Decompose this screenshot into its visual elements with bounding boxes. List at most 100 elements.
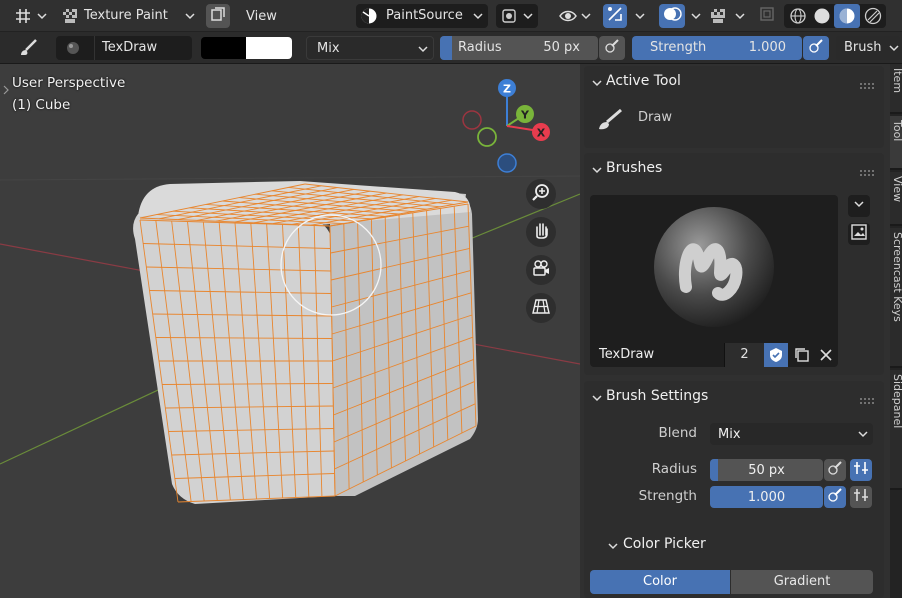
active-tool-panel: Active Tool Draw xyxy=(584,66,884,148)
material-shading-button[interactable] xyxy=(834,4,860,28)
view-menu[interactable]: View xyxy=(240,4,284,28)
brush-name-row: TexDraw 2 xyxy=(590,343,838,367)
projection-toggle-button[interactable] xyxy=(526,293,556,323)
unlink-brush-button[interactable] xyxy=(814,343,838,367)
brush-preview-dropdown[interactable] xyxy=(848,195,870,217)
camera-view-button[interactable] xyxy=(526,255,556,285)
chevron-down-icon xyxy=(857,428,869,444)
gizmo-x-label: X xyxy=(537,127,546,140)
blend-mode-dropdown[interactable]: Mix xyxy=(306,36,434,60)
blend-dropdown[interactable]: Mix xyxy=(710,423,873,445)
chevron-down-icon xyxy=(184,10,196,22)
perspective-label: User Perspective xyxy=(12,75,126,91)
brushes-panel: Brushes TexDraw 2 xyxy=(584,153,884,375)
paint-source-label: PaintSource xyxy=(386,8,463,23)
tab-item[interactable]: Item xyxy=(890,64,902,114)
strength-slider[interactable]: Strength 1.000 xyxy=(632,36,802,60)
duplicate-brush-button[interactable] xyxy=(790,343,814,367)
strength-field[interactable]: 1.000 xyxy=(710,486,823,508)
fake-user-button[interactable] xyxy=(764,343,788,367)
xray-toggle-button[interactable] xyxy=(756,4,778,28)
sidebar-expand-arrow[interactable] xyxy=(2,84,10,99)
dot-square-icon xyxy=(502,9,516,27)
gizmo-y-label: Y xyxy=(520,109,530,122)
brush-name-input[interactable]: TexDraw xyxy=(599,347,654,362)
strength-value: 1.000 xyxy=(747,489,786,505)
drag-grip-icon[interactable] xyxy=(860,165,874,176)
tab-tool-label: Tool xyxy=(891,120,902,142)
radius-field[interactable]: 50 px xyxy=(710,459,823,481)
brush-image-button[interactable] xyxy=(848,223,870,245)
blend-label: Blend xyxy=(658,425,697,441)
brushes-title[interactable]: Brushes xyxy=(606,160,662,176)
grid-icon xyxy=(532,297,550,319)
solid-shading-button[interactable] xyxy=(813,7,831,29)
unified-settings-icon xyxy=(853,487,869,507)
color-picker-title[interactable]: Color Picker xyxy=(623,536,706,552)
active-tool-title[interactable]: Active Tool xyxy=(606,73,681,89)
chevron-down-icon[interactable] xyxy=(608,540,618,550)
brush-preview[interactable] xyxy=(590,195,838,343)
wireframe-shading-button[interactable] xyxy=(789,7,807,29)
radius-slider[interactable]: Radius 50 px xyxy=(440,36,598,60)
radius-pressure-button[interactable] xyxy=(599,36,625,60)
shading-group xyxy=(784,4,886,28)
canvas-icon xyxy=(211,7,225,25)
rendered-shading-button[interactable] xyxy=(864,7,882,29)
chevron-down-icon xyxy=(522,10,534,22)
brush-settings-title[interactable]: Brush Settings xyxy=(606,388,708,404)
brush-menu-dropdown[interactable]: Brush xyxy=(836,36,900,60)
pen-pressure-icon xyxy=(827,460,843,480)
chevron-down-icon[interactable] xyxy=(592,164,602,174)
overlay-toggle-button[interactable] xyxy=(659,4,685,28)
primary-color-swatch[interactable] xyxy=(201,37,246,59)
tab-sidepanel[interactable]: Sidepanel xyxy=(890,370,902,490)
brush-selector[interactable]: TexDraw xyxy=(56,36,192,60)
navigation-gizmo[interactable]: Z Y X xyxy=(455,74,565,184)
strength-pressure-button[interactable] xyxy=(803,36,829,60)
secondary-color-swatch[interactable] xyxy=(246,37,292,59)
visibility-dropdown[interactable] xyxy=(556,4,596,28)
gizmo-dropdown[interactable] xyxy=(628,4,650,28)
brush-name-field: TexDraw xyxy=(102,40,158,55)
editor-type-button[interactable] xyxy=(8,4,52,28)
pan-button[interactable] xyxy=(526,217,556,247)
strength-unified-toggle[interactable] xyxy=(850,486,872,508)
xray-icon xyxy=(759,6,775,26)
mode-dropdown[interactable]: Texture Paint xyxy=(58,4,200,28)
gizmo-icon xyxy=(606,5,624,27)
chevron-down-icon xyxy=(853,198,865,214)
radius-value: 50 px xyxy=(748,462,785,478)
object-selector-button[interactable] xyxy=(496,4,538,28)
brush-users-count[interactable]: 2 xyxy=(724,343,764,367)
zoom-button[interactable] xyxy=(526,179,556,209)
chevron-down-icon[interactable] xyxy=(592,77,602,87)
hand-icon xyxy=(532,221,550,243)
strength-pressure-toggle[interactable] xyxy=(824,486,846,508)
chevron-down-icon xyxy=(634,10,646,22)
gizmo-toggle-button[interactable] xyxy=(603,4,627,28)
pen-pressure-icon xyxy=(827,487,843,507)
texture-overlay-dropdown[interactable] xyxy=(708,4,750,28)
chevron-down-icon[interactable] xyxy=(592,392,602,402)
radius-pressure-toggle[interactable] xyxy=(824,459,846,481)
checker-icon xyxy=(710,8,726,28)
radius-unified-toggle[interactable] xyxy=(850,459,872,481)
drag-grip-icon[interactable] xyxy=(860,393,874,404)
canvas-toggle-button[interactable] xyxy=(206,4,230,28)
blend-value: Mix xyxy=(718,426,741,442)
tab-screencast-keys[interactable]: Screencast Keys xyxy=(890,228,902,368)
tab-gradient[interactable]: Gradient xyxy=(731,570,873,594)
tool-settings-header: TexDraw Mix Radius 50 px Strength 1.000 … xyxy=(0,32,902,64)
sidebar-tabs: Item Tool View Screencast Keys Sidepanel xyxy=(890,64,902,598)
tab-color[interactable]: Color xyxy=(590,570,730,594)
paint-source-dropdown[interactable]: PaintSource xyxy=(356,4,488,28)
radius-fill xyxy=(710,459,718,481)
3d-viewport[interactable]: User Perspective (1) Cube Z Y X xyxy=(0,64,580,598)
tab-tool[interactable]: Tool xyxy=(890,116,902,170)
chevron-down-icon xyxy=(690,10,702,22)
drag-grip-icon[interactable] xyxy=(860,78,874,89)
tab-view[interactable]: View xyxy=(890,172,902,226)
image-icon xyxy=(851,224,867,244)
overlay-dropdown[interactable] xyxy=(686,4,706,28)
